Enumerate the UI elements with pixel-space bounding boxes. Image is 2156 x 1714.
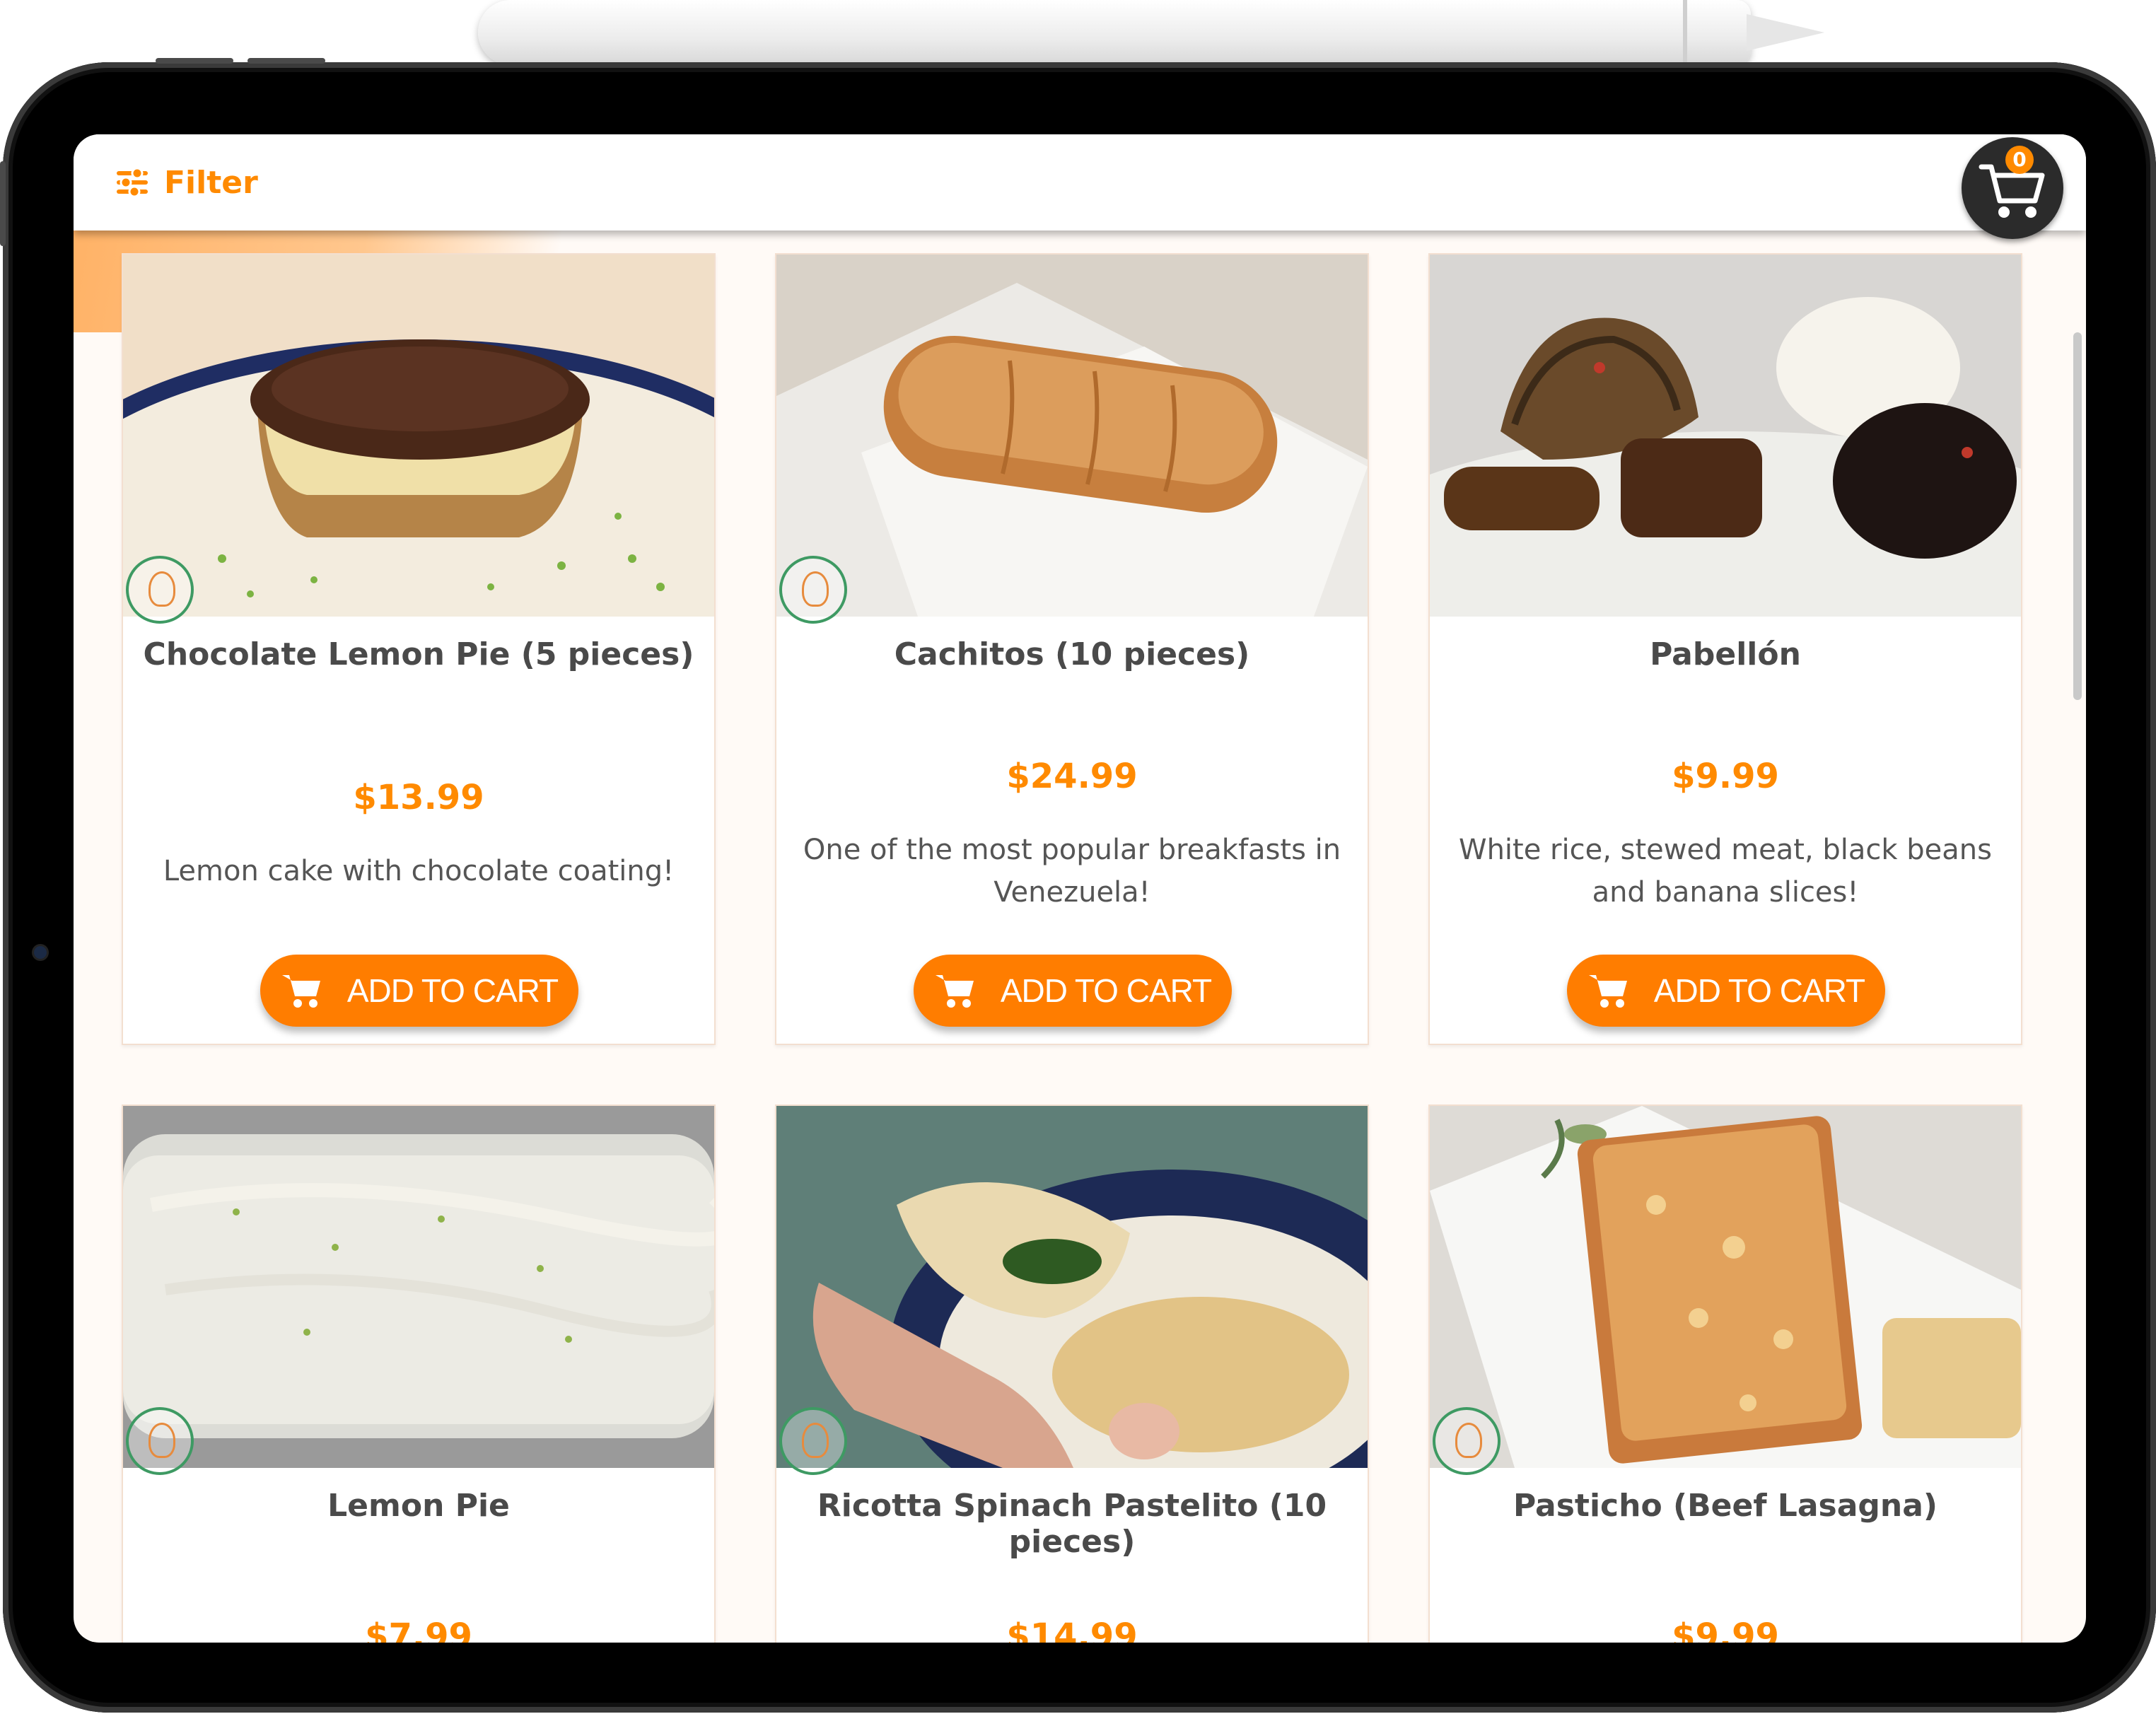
brand-logo	[1433, 1407, 1501, 1475]
brand-logo	[779, 1407, 847, 1475]
filter-label: Filter	[164, 164, 258, 201]
brand-logo	[126, 556, 194, 624]
cart-icon	[281, 975, 320, 1008]
cart-icon	[935, 975, 974, 1008]
cart-button[interactable]: 0	[1962, 137, 2063, 239]
add-to-cart-label: ADD TO CART	[1653, 972, 1865, 1009]
product-price: $9.99	[1672, 1616, 1779, 1643]
product-name: Lemon Pie	[327, 1488, 510, 1524]
product-photo	[776, 255, 1368, 617]
front-camera	[34, 946, 47, 959]
volume-button	[247, 58, 325, 64]
product-card: Pabellón $9.99 White rice, stewed meat, …	[1428, 253, 2022, 1045]
top-bar: Filter 0	[74, 134, 2086, 239]
add-to-cart-button[interactable]: ADD TO CART	[1567, 955, 1885, 1027]
app-screen: Filter 0 Chocolate Lemon Pie (5 pieces) …	[74, 134, 2086, 1643]
add-to-cart-label: ADD TO CART	[346, 972, 559, 1009]
cart-count-badge: 0	[2005, 146, 2034, 174]
add-to-cart-button[interactable]: ADD TO CART	[914, 955, 1232, 1027]
product-price: $7.99	[365, 1616, 472, 1643]
pencil-band	[1683, 0, 1687, 65]
product-photo	[123, 1106, 714, 1468]
product-price: $9.99	[1672, 757, 1779, 796]
product-name: Pabellón	[1650, 636, 1801, 672]
product-card: Ricotta Spinach Pastelito (10 pieces) $1…	[775, 1104, 1369, 1643]
product-photo	[1430, 255, 2021, 617]
product-name: Chocolate Lemon Pie (5 pieces)	[143, 636, 694, 672]
product-description: White rice, stewed meat, black beans and…	[1459, 834, 1992, 909]
product-card: Chocolate Lemon Pie (5 pieces) $13.99 Le…	[122, 253, 716, 1045]
product-photo	[776, 1106, 1368, 1468]
sliders-icon	[117, 167, 148, 198]
product-description: Lemon cake with chocolate coating!	[163, 855, 675, 887]
product-grid: Chocolate Lemon Pie (5 pieces) $13.99 Le…	[122, 253, 2086, 1643]
volume-button	[156, 58, 233, 64]
product-card: Cachitos (10 pieces) $24.99 One of the m…	[775, 253, 1369, 1045]
product-card: Lemon Pie $7.99	[122, 1104, 716, 1643]
brand-logo	[126, 1407, 194, 1475]
product-name: Ricotta Spinach Pastelito (10 pieces)	[817, 1488, 1327, 1560]
filter-button[interactable]: Filter	[115, 161, 258, 204]
product-price: $13.99	[353, 778, 484, 817]
add-to-cart-button[interactable]: ADD TO CART	[260, 955, 578, 1027]
product-price: $24.99	[1006, 757, 1138, 796]
product-name: Cachitos (10 pieces)	[894, 636, 1250, 672]
product-photo	[1430, 1106, 2021, 1468]
product-card: Pasticho (Beef Lasagna) $9.99	[1428, 1104, 2022, 1643]
product-photo	[123, 255, 714, 617]
add-to-cart-label: ADD TO CART	[1000, 972, 1212, 1009]
product-description: One of the most popular breakfasts in Ve…	[803, 834, 1341, 909]
pencil-tip	[1747, 14, 1824, 51]
cart-icon	[1588, 975, 1627, 1008]
product-price: $14.99	[1006, 1616, 1138, 1643]
brand-logo	[779, 556, 847, 624]
power-button	[0, 161, 6, 246]
apple-pencil	[478, 0, 1751, 65]
product-name: Pasticho (Beef Lasagna)	[1513, 1488, 1938, 1524]
